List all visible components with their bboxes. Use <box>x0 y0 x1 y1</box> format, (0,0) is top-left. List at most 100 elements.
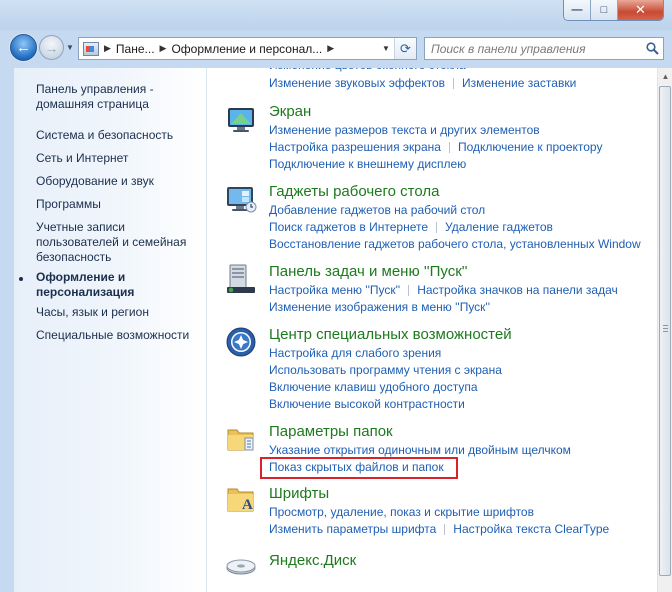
category-link[interactable]: Настройка меню ''Пуск'' <box>269 283 400 297</box>
category-row: Изменение изображения в меню ''Пуск'' <box>269 300 490 314</box>
category-link[interactable]: Добавление гаджетов на рабочий стол <box>269 203 485 217</box>
category-title-yandex-disk[interactable]: Яндекс.Диск <box>269 552 356 569</box>
sidebar-home-link[interactable]: Панель управления - домашняя страница <box>36 82 201 112</box>
category-link[interactable]: Настройка для слабого зрения <box>269 346 441 360</box>
breadcrumb-separator[interactable]: ▶ <box>104 43 111 54</box>
gadgets-icon[interactable] <box>225 182 257 214</box>
category-title-gadgets[interactable]: Гаджеты рабочего стола <box>269 183 439 200</box>
category-title-fonts[interactable]: Шрифты <box>269 485 329 502</box>
link-separator <box>444 523 446 535</box>
breadcrumb-control-panel[interactable]: Пане... <box>116 42 155 56</box>
category-link[interactable]: Изменение звуковых эффектов <box>269 76 445 90</box>
fonts-icon[interactable]: A <box>225 483 257 515</box>
link-separator <box>408 284 410 296</box>
category-row: Подключение к внешнему дисплею <box>269 157 466 171</box>
back-arrow-icon: ← <box>16 39 31 56</box>
sidebar-item-hardware-sound[interactable]: Оборудование и звук <box>36 174 201 189</box>
vertical-scrollbar[interactable]: ▲ <box>657 68 672 592</box>
category-link[interactable]: Восстановление гаджетов рабочего стола, … <box>269 237 641 251</box>
recent-pages-button[interactable]: ▼ <box>66 43 74 52</box>
refresh-button[interactable]: ⟳ <box>394 38 416 59</box>
sidebar-item-network[interactable]: Сеть и Интернет <box>36 151 201 166</box>
category-link[interactable]: Изменение изображения в меню ''Пуск'' <box>269 300 490 314</box>
back-button[interactable]: ← <box>10 34 37 61</box>
folder-options-icon[interactable] <box>225 422 257 454</box>
category-row: Изменить параметры шрифта Настройка текс… <box>269 522 609 536</box>
content-frame: Панель управления - домашняя страница Си… <box>14 68 672 592</box>
category-link[interactable]: Просмотр, удаление, показ и скрытие шриф… <box>269 505 534 519</box>
category-link[interactable]: Включение высокой контрастности <box>269 397 465 411</box>
category-row: Поиск гаджетов в Интернете Удаление гадж… <box>269 220 553 234</box>
close-button[interactable]: ✕ <box>618 0 663 20</box>
category-row: Настройка разрешения экрана Подключение … <box>269 140 602 154</box>
sidebar-item-programs[interactable]: Программы <box>36 197 201 212</box>
sidebar-item-clock-language[interactable]: Часы, язык и регион <box>36 305 201 320</box>
category-link[interactable]: Изменение заставки <box>462 76 576 90</box>
navigation-bar: ← → ▼ ▶ Пане... ▶ Оформление и персонал.… <box>0 30 672 68</box>
category-row: Восстановление гаджетов рабочего стола, … <box>269 237 641 251</box>
sidebar-item-ease-of-access[interactable]: Специальные возможности <box>36 328 201 343</box>
category-link-clipped[interactable]: Изменение цветов оконного стекла <box>269 68 466 72</box>
category-row: Указание открытия одиночным или двойным … <box>269 443 571 457</box>
display-icon[interactable] <box>225 104 257 136</box>
search-box[interactable] <box>424 37 664 60</box>
breadcrumb-appearance[interactable]: Оформление и персонал... <box>171 42 322 56</box>
sidebar-item-user-accounts[interactable]: Учетные записи пользователей и семейная … <box>36 220 201 265</box>
category-link[interactable]: Настройка текста ClearType <box>453 522 609 536</box>
category-row: Включение высокой контрастности <box>269 397 465 411</box>
title-bar: — □ ✕ <box>0 0 672 30</box>
sidebar-item-appearance: Оформление и персонализация <box>36 270 135 299</box>
maximize-button[interactable]: □ <box>591 0 618 20</box>
ease-of-access-icon[interactable] <box>225 326 257 358</box>
svg-text:A: A <box>242 497 253 513</box>
minimize-button[interactable]: — <box>564 0 591 20</box>
category-row: Изменение размеров текста и других элеме… <box>269 123 540 137</box>
category-link[interactable]: Удаление гаджетов <box>445 220 553 234</box>
link-separator <box>448 141 450 153</box>
category-link[interactable]: Настройка разрешения экрана <box>269 140 441 154</box>
category-list: Изменение цветов оконного стекла Изменен… <box>207 68 657 592</box>
breadcrumb-separator[interactable]: ▶ <box>160 43 167 54</box>
category-link[interactable]: Настройка значков на панели задач <box>417 283 618 297</box>
sidebar: Панель управления - домашняя страница Си… <box>14 68 207 592</box>
category-row: Настройка для слабого зрения <box>269 346 441 360</box>
address-bar[interactable]: ▶ Пане... ▶ Оформление и персонал... ▶ ▼… <box>78 37 417 60</box>
category-title-ease-of-access[interactable]: Центр специальных возможностей <box>269 326 512 343</box>
taskbar-icon[interactable] <box>225 263 257 295</box>
forward-button[interactable]: → <box>39 35 64 60</box>
category-link[interactable]: Включение клавиш удобного доступа <box>269 380 478 394</box>
category-row-clipped: Изменение цветов оконного стекла <box>269 68 466 72</box>
caption-buttons: — □ ✕ <box>563 0 664 21</box>
forward-arrow-icon: → <box>44 39 59 56</box>
control-panel-icon <box>83 41 99 56</box>
yandex-disk-icon[interactable] <box>225 548 257 580</box>
category-row: Использовать программу чтения с экрана <box>269 363 502 377</box>
address-dropdown-button[interactable]: ▼ <box>378 38 394 59</box>
category-row: Включение клавиш удобного доступа <box>269 380 478 394</box>
category-link[interactable]: Поиск гаджетов в Интернете <box>269 220 428 234</box>
scroll-up-button[interactable]: ▲ <box>658 68 672 85</box>
category-title-display[interactable]: Экран <box>269 103 311 120</box>
category-link[interactable]: Подключение к внешнему дисплею <box>269 157 466 171</box>
category-link[interactable]: Указание открытия одиночным или двойным … <box>269 443 571 457</box>
category-row: Просмотр, удаление, показ и скрытие шриф… <box>269 505 534 519</box>
current-item-bullet <box>19 277 23 281</box>
category-row: Изменение звуковых эффектов Изменение за… <box>269 76 576 90</box>
category-link[interactable]: Подключение к проектору <box>458 140 603 154</box>
search-icon[interactable] <box>641 38 663 59</box>
category-link[interactable]: Использовать программу чтения с экрана <box>269 363 502 377</box>
category-title-taskbar[interactable]: Панель задач и меню ''Пуск'' <box>269 263 468 280</box>
category-link[interactable]: Изменить параметры шрифта <box>269 522 436 536</box>
scroll-thumb[interactable] <box>659 86 671 576</box>
link-separator <box>453 77 455 89</box>
category-row: Добавление гаджетов на рабочий стол <box>269 203 485 217</box>
search-input[interactable] <box>431 41 641 56</box>
category-row: Настройка меню ''Пуск'' Настройка значко… <box>269 283 618 297</box>
breadcrumb-separator[interactable]: ▶ <box>327 43 334 54</box>
sidebar-item-system-security[interactable]: Система и безопасность <box>36 128 201 143</box>
refresh-icon: ⟳ <box>400 40 411 56</box>
highlight-annotation <box>260 457 458 479</box>
close-icon: ✕ <box>635 2 646 17</box>
category-title-folder-options[interactable]: Параметры папок <box>269 423 393 440</box>
category-link[interactable]: Изменение размеров текста и других элеме… <box>269 123 540 137</box>
